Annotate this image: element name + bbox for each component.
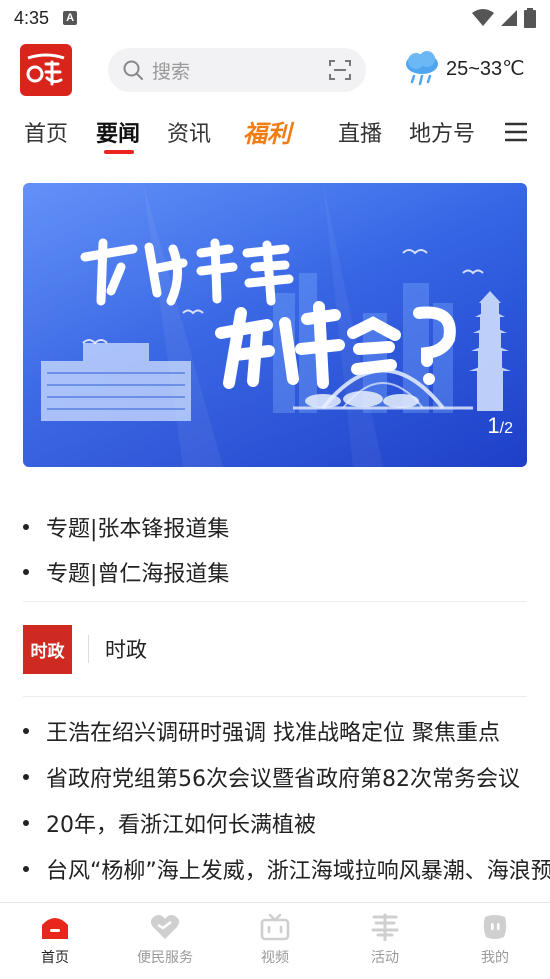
- banner-current-page: 1: [487, 413, 500, 438]
- banner-carousel[interactable]: 1/2: [23, 183, 527, 467]
- nav-label: 便民服务: [137, 950, 193, 966]
- nav-label: 活动: [371, 950, 399, 966]
- status-indicators: [472, 8, 536, 28]
- nav-home[interactable]: 首页: [0, 903, 110, 979]
- wifi-icon: [472, 9, 494, 26]
- topic-item[interactable]: 专题|曾仁海报道集: [23, 549, 527, 594]
- bullet-dot: [23, 568, 29, 575]
- section-title: 时政: [105, 638, 147, 662]
- nav-label: 视频: [261, 950, 289, 966]
- topic-title: 专题|曾仁海报道集: [46, 561, 230, 587]
- news-item[interactable]: 省政府党组第56次会议暨省政府第82次常务会议: [23, 754, 550, 800]
- section-separator: [88, 635, 89, 663]
- topic-title: 专题|张本锋报道集: [46, 516, 230, 542]
- notification-app-icon: A: [63, 11, 78, 25]
- tab-local[interactable]: 地方号: [409, 116, 475, 148]
- tab-welfare[interactable]: 福利: [243, 114, 291, 149]
- app-logo[interactable]: [20, 44, 72, 96]
- tab-headlines[interactable]: 要闻: [96, 116, 140, 148]
- news-item[interactable]: 台风“杨柳”海上发威，浙江海域拉响风暴潮、海浪预警: [23, 846, 550, 892]
- status-time: 4:35: [14, 7, 50, 28]
- bullet-dot: [23, 523, 29, 530]
- bullet-dot: [23, 728, 29, 734]
- divider: [23, 601, 527, 602]
- search-bar[interactable]: 搜索: [108, 48, 366, 92]
- active-tab-indicator: [104, 150, 134, 154]
- news-title: 省政府党组第56次会议暨省政府第82次常务会议: [46, 767, 520, 792]
- divider: [23, 696, 527, 697]
- news-title: 王浩在绍兴调研时强调 找准战略定位 聚焦重点: [46, 721, 500, 746]
- nav-label: 首页: [41, 950, 69, 966]
- news-item[interactable]: 20年，看浙江如何长满植被: [23, 800, 550, 846]
- menu-icon[interactable]: [505, 122, 527, 142]
- news-list: 王浩在绍兴调研时强调 找准战略定位 聚焦重点 省政府党组第56次会议暨省政府第8…: [23, 708, 550, 892]
- rain-cloud-icon: [406, 51, 438, 86]
- banner-total-pages: 2: [504, 420, 513, 437]
- channel-tabs: 首页 要闻 资讯 福利 直播 地方号: [0, 108, 550, 158]
- home-icon: [42, 918, 68, 939]
- app-header: 搜索 25~33℃: [0, 44, 550, 100]
- topic-item[interactable]: 专题|张本锋报道集: [23, 504, 527, 549]
- bullet-dot: [23, 774, 29, 780]
- search-icon: [123, 60, 143, 80]
- nav-video[interactable]: 视频: [220, 903, 330, 979]
- status-bar: 4:35 A: [0, 0, 550, 36]
- nav-services[interactable]: 便民服务: [110, 903, 220, 979]
- banner-page-indicator: 1/2: [487, 413, 513, 439]
- scan-icon[interactable]: [328, 59, 352, 81]
- bottom-navigation: 首页 便民服务 视频 活动 我的: [0, 902, 550, 979]
- nav-profile[interactable]: 我的: [440, 903, 550, 979]
- heart-icon: [150, 915, 180, 939]
- bullet-dot: [23, 866, 29, 872]
- tab-home[interactable]: 首页: [24, 116, 68, 148]
- banner-artwork: [23, 183, 527, 467]
- activity-icon: [371, 913, 399, 941]
- battery-icon: [524, 8, 536, 28]
- bullet-dot: [23, 820, 29, 826]
- news-item[interactable]: 王浩在绍兴调研时强调 找准战略定位 聚焦重点: [23, 708, 550, 754]
- nav-activity[interactable]: 活动: [330, 903, 440, 979]
- tab-news[interactable]: 资讯: [167, 116, 211, 148]
- logo-mark-icon: [26, 53, 65, 86]
- nav-label: 我的: [481, 950, 509, 966]
- tab-live[interactable]: 直播: [338, 116, 382, 148]
- weather-temperature: 25~33℃: [446, 57, 525, 80]
- search-placeholder: 搜索: [152, 60, 191, 83]
- section-header[interactable]: 时政 时政: [23, 624, 527, 674]
- topic-list: 专题|张本锋报道集 专题|曾仁海报道集: [23, 504, 527, 594]
- news-title: 台风“杨柳”海上发威，浙江海域拉响风暴潮、海浪预警: [46, 859, 550, 884]
- signal-icon: [501, 10, 517, 26]
- tv-icon: [260, 913, 290, 941]
- news-title: 20年，看浙江如何长满植被: [46, 813, 316, 838]
- section-badge: 时政: [23, 624, 72, 674]
- profile-icon: [483, 915, 507, 939]
- weather-widget[interactable]: 25~33℃: [402, 50, 525, 86]
